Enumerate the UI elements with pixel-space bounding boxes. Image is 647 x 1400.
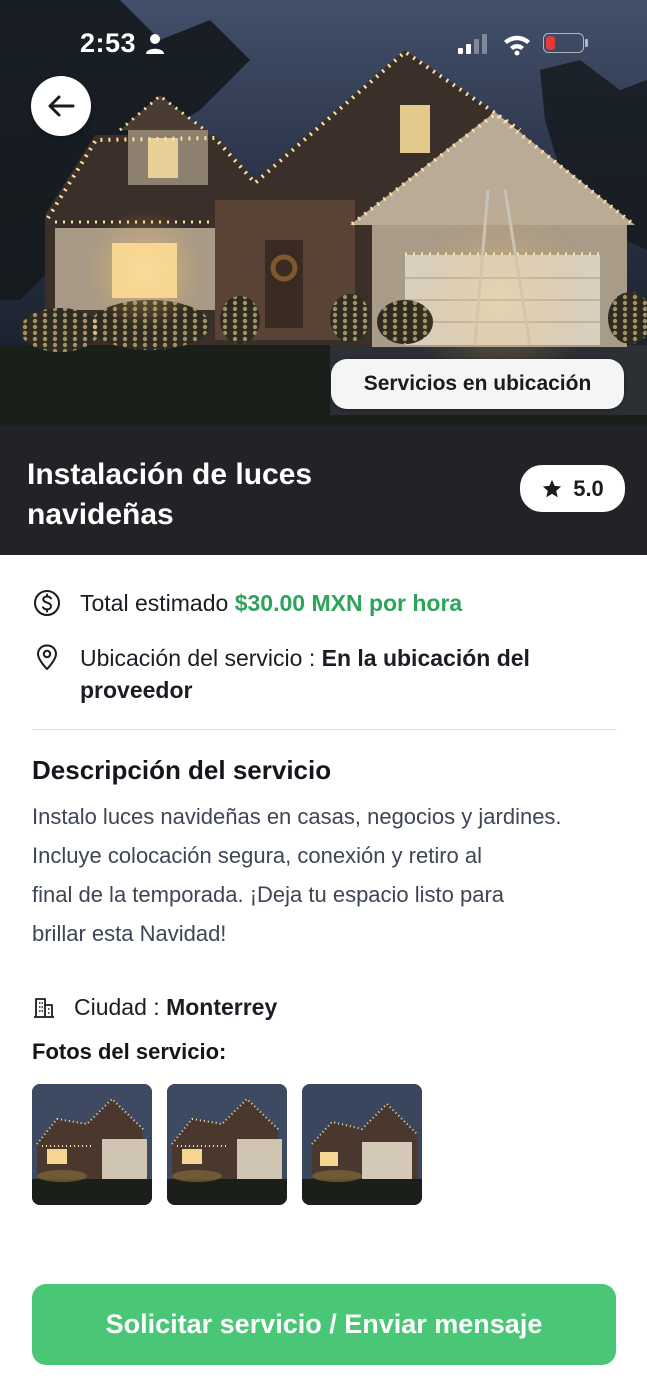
person-icon — [146, 34, 164, 54]
city-row: Ciudad : Monterrey — [32, 992, 277, 1022]
photos-title: Fotos del servicio: — [32, 1039, 227, 1064]
description-line: Incluye colocación segura, conexión y re… — [32, 843, 483, 868]
location-label: Ubicación del servicio : — [80, 645, 316, 671]
service-photo-2[interactable] — [167, 1084, 287, 1205]
status-bar: 2:53 — [0, 0, 647, 90]
dollar-circle-icon — [34, 590, 60, 616]
arrow-left-icon — [48, 95, 75, 117]
rating-badge: 5.0 — [520, 465, 625, 512]
rating-value: 5.0 — [573, 475, 604, 501]
house-thumbnail-image — [302, 1084, 422, 1205]
wifi-icon — [504, 35, 530, 56]
request-service-button[interactable]: Solicitar servicio / Enviar mensaje — [32, 1284, 616, 1365]
title-band: Instalación de luces navideñas 5.0 — [0, 426, 647, 555]
city-label: Ciudad : — [74, 994, 160, 1020]
location-text: Ubicación del servicio : En la ubicación… — [80, 642, 612, 706]
photo-gallery — [32, 1084, 422, 1205]
map-pin-icon — [37, 644, 57, 670]
service-photo-1[interactable] — [32, 1084, 152, 1205]
service-details: Total estimado $30.00 MXN por hora Ubica… — [0, 555, 647, 1400]
star-icon — [543, 479, 562, 497]
house-thumbnail-image — [167, 1084, 287, 1205]
price-row: Total estimado $30.00 MXN por hora — [32, 588, 462, 618]
cellular-signal-icon — [458, 34, 487, 54]
city-value: Monterrey — [166, 994, 278, 1020]
status-icons — [458, 33, 588, 56]
hero-image: 2:53 Servicios en ubicación — [0, 0, 647, 426]
location-row: Ubicación del servicio : En la ubicación… — [32, 642, 612, 706]
description-line: final de la temporada. ¡Deja tu espacio … — [32, 882, 505, 907]
price-label: Total estimado — [80, 590, 229, 616]
building-icon — [34, 998, 54, 1018]
location-badge: Servicios en ubicación — [331, 359, 624, 409]
description-line: Instalo luces navideñas en casas, negoci… — [32, 804, 562, 829]
description-title: Descripción del servicio — [32, 755, 332, 785]
divider — [32, 729, 617, 730]
service-photo-3[interactable] — [302, 1084, 422, 1205]
house-thumbnail-image — [32, 1084, 152, 1205]
status-time: 2:53 — [80, 28, 137, 58]
service-title: Instalación de luces navideñas — [27, 458, 313, 531]
description-body: Instalo luces navideñas en casas, negoci… — [32, 797, 632, 953]
back-button[interactable] — [31, 76, 91, 136]
battery-low-icon — [543, 33, 588, 53]
price-value: $30.00 MXN por hora — [234, 590, 463, 616]
description-line: brillar esta Navidad! — [32, 921, 227, 946]
